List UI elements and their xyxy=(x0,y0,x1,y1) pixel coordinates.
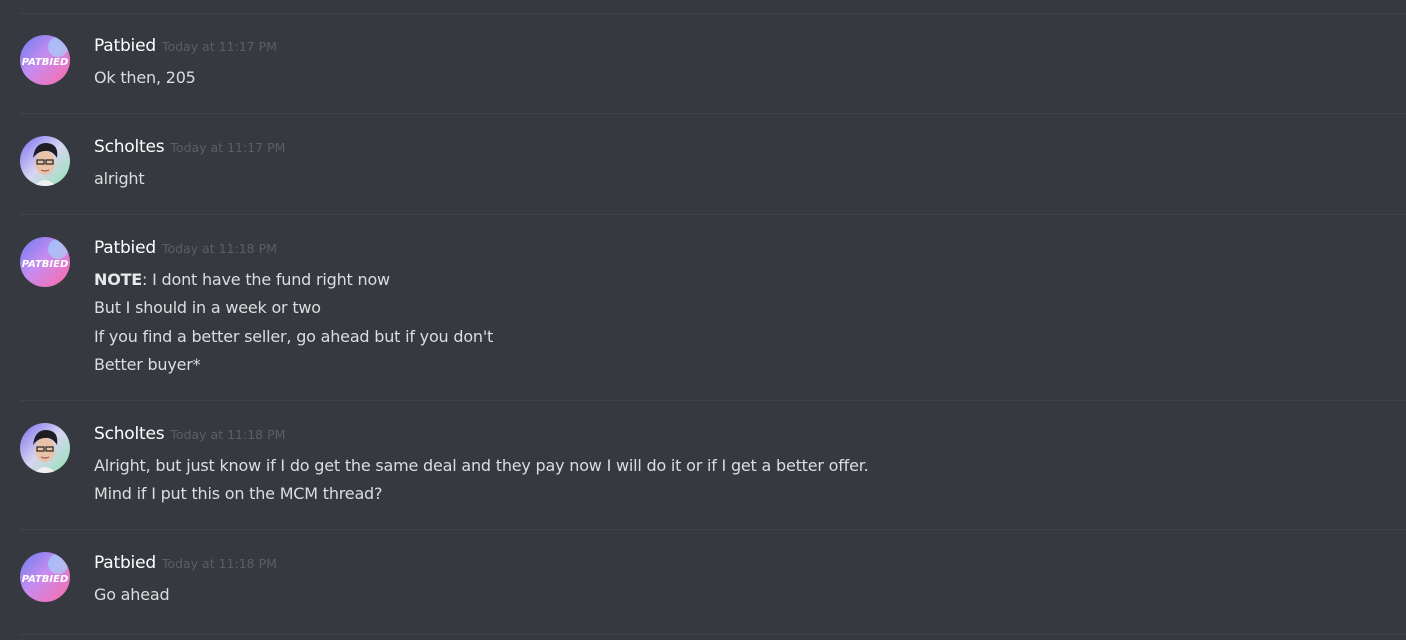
message-divider xyxy=(20,113,1406,114)
username[interactable]: Patbied xyxy=(94,238,156,258)
timestamp: Today at 11:18 PM xyxy=(161,241,277,256)
username[interactable]: Patbied xyxy=(94,553,156,573)
message-header: Patbied Today at 11:18 PM xyxy=(94,238,277,258)
username[interactable]: Scholtes xyxy=(94,137,165,157)
message-divider xyxy=(20,13,1406,14)
message-line: Go ahead xyxy=(94,585,170,604)
message-line: Alright, but just know if I do get the s… xyxy=(94,456,869,475)
avatar-scholtes[interactable] xyxy=(20,136,70,186)
message-line: Mind if I put this on the MCM thread? xyxy=(94,484,383,504)
message-content: alright xyxy=(94,165,145,193)
message-line: NOTE: I dont have the fund right now xyxy=(94,266,493,294)
avatar-scholtes[interactable] xyxy=(20,423,70,473)
avatar-patbied[interactable]: PATBIED xyxy=(20,35,70,85)
username[interactable]: Scholtes xyxy=(94,424,165,444)
bold-note: NOTE xyxy=(94,270,143,289)
message-line: Better buyer* xyxy=(94,354,201,374)
message-line-text: : I dont have the fund right now xyxy=(142,270,390,289)
message-header: Scholtes Today at 11:17 PM xyxy=(94,137,285,157)
timestamp: Today at 11:17 PM xyxy=(170,140,286,155)
username[interactable]: Patbied xyxy=(94,36,156,56)
message-content: Go ahead xyxy=(94,581,170,609)
message-line: But I should in a week or two xyxy=(94,298,321,318)
message-divider xyxy=(20,214,1406,215)
message-content: Ok then, 205 xyxy=(94,64,196,92)
avatar-patbied[interactable]: PATBIED xyxy=(20,237,70,287)
svg-text:PATBIED: PATBIED xyxy=(22,259,69,270)
message-content: NOTE: I dont have the fund right now But… xyxy=(94,266,493,379)
message-line: If you find a better seller, go ahead bu… xyxy=(94,326,494,346)
message-header: Patbied Today at 11:17 PM xyxy=(94,36,277,56)
avatar-patbied[interactable]: PATBIED xyxy=(20,552,70,602)
svg-text:PATBIED: PATBIED xyxy=(22,57,69,68)
timestamp: Today at 11:17 PM xyxy=(161,39,277,54)
message-content: Alright, but just know if I do get the s… xyxy=(94,452,869,509)
message-divider xyxy=(20,400,1406,401)
timestamp: Today at 11:18 PM xyxy=(170,427,286,442)
message-header: Scholtes Today at 11:18 PM xyxy=(94,424,285,444)
message-divider xyxy=(20,529,1406,530)
chat-log: PATBIED Patbied Today at 11:17 PM Ok then… xyxy=(0,0,1406,640)
message-header: Patbied Today at 11:18 PM xyxy=(94,553,277,573)
message-line: alright xyxy=(94,169,145,188)
message-divider xyxy=(20,634,1406,635)
svg-text:PATBIED: PATBIED xyxy=(22,574,69,585)
message-line: Ok then, 205 xyxy=(94,68,196,87)
timestamp: Today at 11:18 PM xyxy=(161,556,277,571)
